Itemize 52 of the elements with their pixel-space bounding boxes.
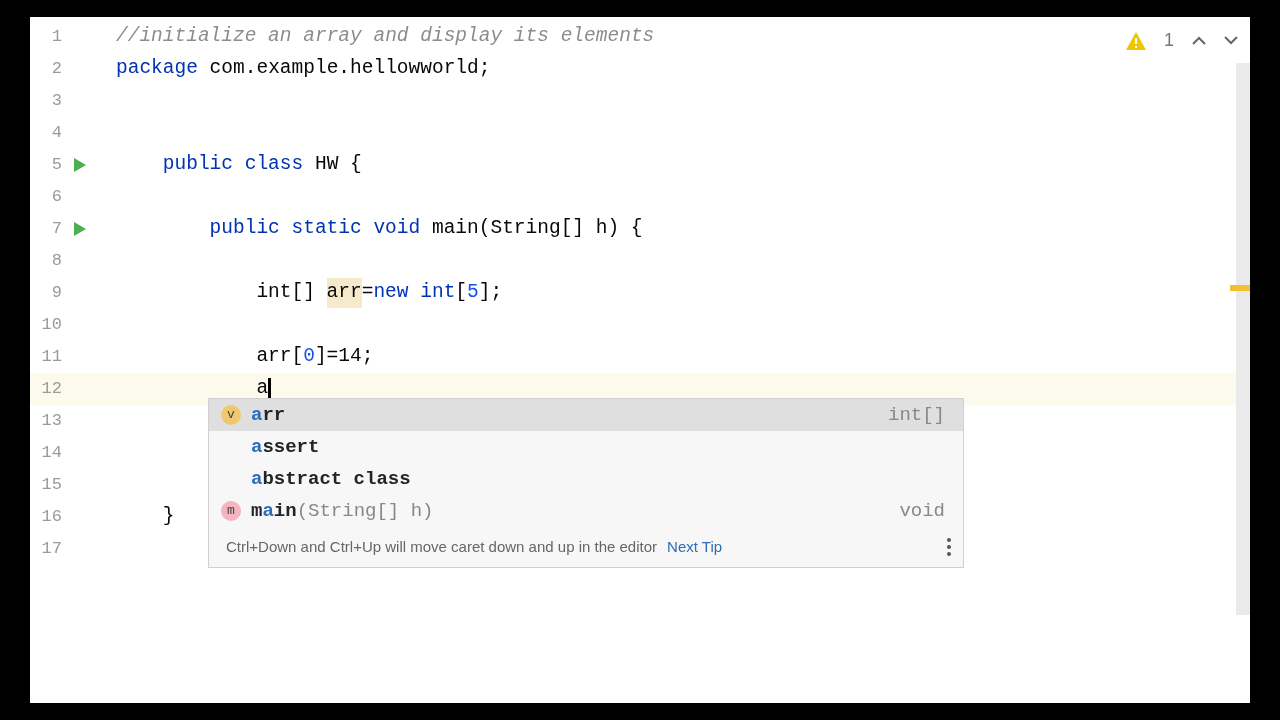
line-number: 14 [40,442,62,465]
code-text: package [116,56,198,82]
line-number: 12 [40,378,62,401]
line-number: 5 [50,154,62,177]
code-text: arr [326,278,362,308]
completion-item[interactable]: v arr int[] [209,399,963,431]
line-number: 6 [50,186,62,209]
code-text: 0 [303,344,315,370]
line-number: 16 [40,506,62,529]
completion-item[interactable]: abstract class [209,463,963,495]
code-text: a [256,376,269,402]
chevron-down-icon[interactable] [1224,36,1238,45]
code-text: public class [162,152,304,178]
run-icon[interactable] [74,158,86,172]
line-number: 15 [40,474,62,497]
line-number: 2 [50,58,62,81]
code-text: ]; [478,280,503,306]
code-text: public static void [209,216,421,242]
line-number: 9 [50,282,62,305]
more-icon[interactable] [947,538,951,556]
text-caret [268,378,272,400]
line-number: 7 [50,218,62,241]
code-text: main(String[] h) { [430,216,643,242]
line-number: 8 [50,250,62,273]
symbol-icon: v [221,405,241,425]
code-text: new int [373,280,456,306]
symbol-icon: m [221,501,241,521]
code-text: ]=14; [314,344,374,370]
run-icon[interactable] [74,222,86,236]
warning-count: 1 [1164,29,1174,52]
line-number: 1 [50,26,62,49]
line-number: 3 [50,90,62,113]
code-text: HW { [313,152,362,178]
warning-stripe [1230,285,1250,291]
line-number: 10 [40,314,62,337]
code-text: = [361,280,374,306]
chevron-up-icon[interactable] [1192,36,1206,45]
completion-item[interactable]: assert [209,431,963,463]
code-text: int[] [256,280,316,306]
line-number: 11 [40,346,62,369]
code-text: [ [455,280,468,306]
line-number: 17 [40,538,62,561]
line-number: 4 [50,122,62,145]
tip-text: Ctrl+Down and Ctrl+Up will move caret down and up in the editor [226,536,658,557]
completion-item[interactable]: m main(String[] h) void [209,495,963,527]
next-tip-link[interactable]: Next Tip [667,535,723,559]
code-text: arr[ [256,344,304,370]
line-number: 13 [40,410,62,433]
code-text: 5 [467,280,479,306]
code-comment: //initialize an array and display its elements [116,24,655,50]
code-text: } [162,504,175,530]
code-text: com.example.hellowworld; [208,56,491,82]
